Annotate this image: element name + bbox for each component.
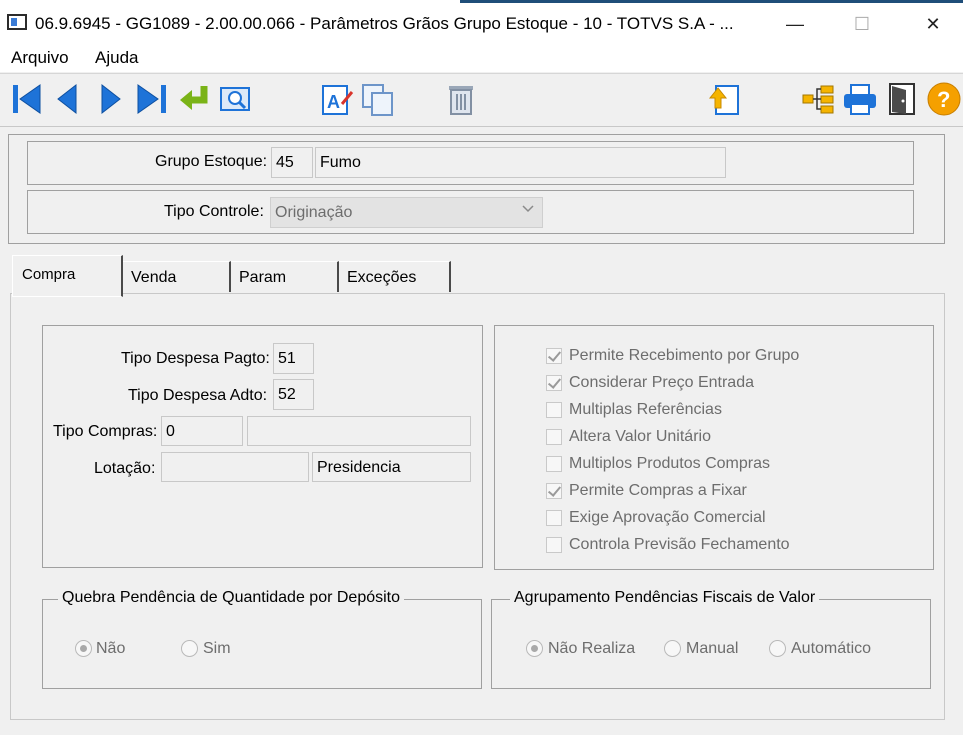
tipo-controle-label: Tipo Controle:	[164, 203, 264, 220]
tree-icon	[802, 85, 834, 114]
agrupamento-automatico-label: Automático	[791, 640, 872, 657]
close-button[interactable]: ✕	[913, 10, 953, 38]
menu-arquivo[interactable]: Arquivo	[11, 48, 69, 68]
tab-excecoes-label: Exceções	[347, 269, 417, 286]
minimize-button[interactable]: —	[775, 10, 815, 38]
lotacao-description-field: Presidencia	[312, 452, 471, 482]
app-window-icon	[7, 14, 27, 30]
print-button[interactable]	[842, 80, 878, 118]
edit-button[interactable]: A	[320, 80, 356, 118]
quebra-group-title: Quebra Pendência de Quantidade por Depós…	[58, 589, 405, 607]
tipo-compras-description-field	[247, 416, 471, 446]
tipo-controle-select[interactable]: Originação	[270, 197, 543, 228]
permite-recebimento-label: Permite Recebimento por Grupo	[569, 347, 800, 364]
tab-venda-label: Venda	[131, 269, 177, 286]
goto-button[interactable]	[176, 80, 212, 118]
tab-excecoes[interactable]: Exceções	[339, 261, 451, 292]
menu-ajuda[interactable]: Ajuda	[95, 48, 138, 68]
tipo-compras-field[interactable]: 0	[161, 416, 243, 446]
next-record-button[interactable]	[92, 80, 128, 118]
quebra-nao-radio[interactable]	[75, 640, 92, 657]
window-title: 06.9.6945 - GG1089 - 2.00.00.066 - Parâm…	[35, 14, 734, 33]
export-button[interactable]	[706, 80, 742, 118]
tipo-despesa-adto-label: Tipo Despesa Adto:	[128, 387, 268, 404]
lotacao-field[interactable]	[161, 452, 309, 482]
maximize-button[interactable]: ☐	[842, 10, 882, 38]
previous-record-button[interactable]	[50, 80, 86, 118]
chevron-down-icon	[522, 202, 534, 221]
multiplas-referencias-checkbox[interactable]	[546, 402, 562, 418]
edit-icon: A	[322, 85, 354, 115]
permite-recebimento-checkbox[interactable]	[546, 348, 562, 364]
exit-icon	[889, 83, 915, 115]
first-record-button[interactable]	[10, 80, 46, 118]
copy-button[interactable]	[360, 80, 396, 118]
export-icon	[708, 85, 739, 115]
tab-param[interactable]: Param	[231, 261, 339, 292]
tipo-controle-value: Originação	[275, 204, 353, 221]
permite-compras-fixar-label: Permite Compras a Fixar	[569, 482, 747, 499]
agrupamento-manual-radio[interactable]	[664, 640, 681, 657]
prev-icon	[57, 83, 77, 115]
exige-aprovacao-label: Exige Aprovação Comercial	[569, 509, 766, 526]
quebra-sim-label: Sim	[203, 640, 231, 657]
menu-bar	[0, 46, 963, 72]
agrupamento-manual-label: Manual	[686, 640, 739, 657]
goto-icon	[180, 86, 208, 110]
svg-text:?: ?	[937, 87, 950, 112]
quebra-sim-radio[interactable]	[181, 640, 198, 657]
altera-valor-label: Altera Valor Unitário	[569, 428, 711, 445]
permite-compras-fixar-checkbox[interactable]	[546, 483, 562, 499]
help-icon: ?	[927, 82, 961, 116]
tipo-compras-label: Tipo Compras:	[53, 423, 158, 440]
last-record-button[interactable]	[134, 80, 170, 118]
grupo-estoque-description-field: Fumo	[315, 147, 726, 178]
tab-compra[interactable]: Compra	[12, 255, 123, 297]
tipo-despesa-pagto-label: Tipo Despesa Pagto:	[121, 350, 270, 367]
multiplos-produtos-label: Multiplos Produtos Compras	[569, 455, 770, 472]
next-icon	[101, 83, 121, 115]
controla-previsao-label: Controla Previsão Fechamento	[569, 536, 790, 553]
agrupamento-nao-realiza-label: Não Realiza	[548, 640, 636, 657]
exige-aprovacao-checkbox[interactable]	[546, 510, 562, 526]
agrupamento-automatico-radio[interactable]	[769, 640, 786, 657]
search-button[interactable]	[218, 80, 254, 118]
delete-icon	[449, 86, 473, 115]
delete-button[interactable]	[444, 80, 480, 118]
altera-valor-checkbox[interactable]	[546, 429, 562, 445]
first-icon	[13, 84, 41, 114]
last-icon	[137, 84, 166, 114]
copy-icon	[362, 84, 393, 116]
tab-venda[interactable]: Venda	[123, 261, 231, 292]
exit-button[interactable]	[884, 80, 920, 118]
tab-param-label: Param	[239, 269, 287, 286]
quebra-nao-label: Não	[96, 640, 126, 657]
print-icon	[844, 84, 876, 115]
controla-previsao-checkbox[interactable]	[546, 537, 562, 553]
lotacao-label: Lotação:	[94, 460, 156, 477]
svg-text:A: A	[327, 92, 340, 112]
considerar-preco-label: Considerar Preço Entrada	[569, 374, 754, 391]
search-icon	[220, 87, 250, 111]
grupo-estoque-label: Grupo Estoque:	[155, 153, 268, 170]
multiplas-referencias-label: Multiplas Referências	[569, 401, 722, 418]
agrupamento-group-title: Agrupamento Pendências Fiscais de Valor	[510, 589, 820, 607]
grupo-estoque-code-field[interactable]: 45	[271, 147, 313, 178]
agrupamento-nao-realiza-radio[interactable]	[526, 640, 543, 657]
tipo-despesa-pagto-field[interactable]: 51	[273, 343, 314, 374]
multiplos-produtos-checkbox[interactable]	[546, 456, 562, 472]
tipo-despesa-adto-field[interactable]: 52	[273, 379, 314, 410]
considerar-preco-checkbox[interactable]	[546, 375, 562, 391]
help-button[interactable]: ?	[926, 80, 962, 118]
tree-button[interactable]	[800, 80, 836, 118]
